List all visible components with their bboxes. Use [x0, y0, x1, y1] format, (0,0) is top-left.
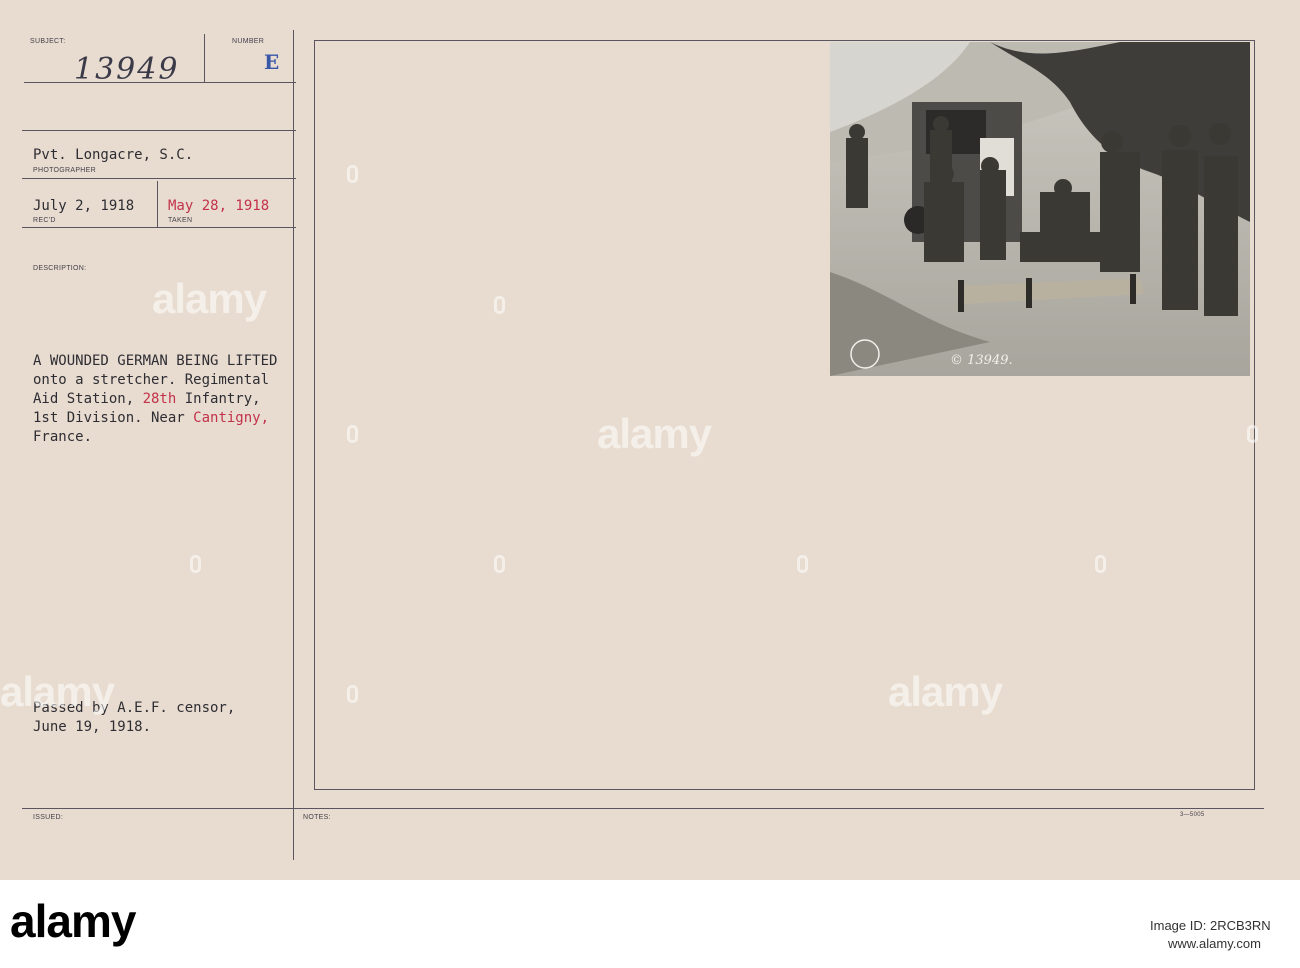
description-line-3: Aid Station, 28th Infantry,: [33, 390, 277, 409]
description-line-1: A WOUNDED GERMAN BEING LIFTED: [33, 353, 278, 369]
subject-label: SUBJECT:: [30, 38, 66, 45]
taken-date: May 28, 1918: [168, 198, 270, 214]
stock-footer: alamy Image ID: 2RCB3RN www.alamy.com: [0, 880, 1300, 968]
watermark-mark: [494, 296, 505, 314]
number-letter-stamp: E: [264, 50, 280, 74]
photographer-name: Pvt. Longacre, S.C.: [33, 147, 194, 163]
watermark-3: alamy: [0, 668, 115, 715]
description-line-3-start: Aid Station,: [33, 391, 143, 407]
photograph-illustration: © 13949.: [830, 42, 1250, 376]
watermark-mark: [1247, 425, 1258, 443]
wwi-photograph: © 13949.: [830, 42, 1250, 376]
description-line-3-red: 28th: [142, 391, 177, 407]
description-line-3-end: Infantry,: [176, 391, 261, 407]
frame-bottom: [314, 789, 1254, 790]
notes-label: NOTES:: [303, 814, 331, 821]
dates-rule: [22, 227, 296, 228]
left-column-divider: [293, 30, 294, 860]
description-line-2: onto a stretcher. Regimental: [33, 372, 270, 388]
censor-line-2: June 19, 1918.: [33, 719, 152, 735]
received-date: July 2, 1918: [33, 198, 135, 214]
photographer-label: PHOTOGRAPHER: [33, 167, 96, 174]
frame-left: [314, 40, 315, 790]
frame-right: [1254, 40, 1255, 790]
archive-card: SUBJECT: NUMBER PHOTOGRAPHER REC'D TAKEN…: [0, 0, 1300, 880]
watermark-mark: [797, 555, 808, 573]
watermark-mark: [347, 685, 358, 703]
issued-label: ISSUED:: [33, 814, 64, 821]
subject-block-rule: [22, 130, 296, 131]
form-code: 3—5005: [1180, 812, 1205, 818]
watermark-mark: [347, 425, 358, 443]
watermark-mark: [494, 555, 505, 573]
watermark-mark: [347, 165, 358, 183]
description-text: A WOUNDED GERMAN BEING LIFTED onto a str…: [33, 352, 277, 447]
description-line-4-start: 1st Division. Near: [33, 410, 194, 426]
alamy-logo: alamy: [10, 895, 136, 947]
subject-number-divider: [204, 34, 205, 82]
image-id: Image ID: 2RCB3RN: [1150, 918, 1271, 933]
issued-rule: [22, 808, 1264, 809]
description-line-4-red: Cantigny,: [193, 410, 270, 426]
subject-number: 13949: [74, 52, 180, 87]
taken-label: TAKEN: [168, 217, 193, 224]
photographer-rule: [22, 178, 296, 179]
watermark-mark: [1095, 555, 1106, 573]
description-label: DESCRIPTION:: [33, 265, 87, 272]
photo-caption: © 13949.: [950, 353, 1013, 368]
watermark-mark: [190, 555, 201, 573]
description-line-5: France.: [33, 429, 93, 445]
frame-top: [314, 40, 1254, 41]
watermark-1: alamy: [152, 275, 267, 322]
description-line-4: 1st Division. Near Cantigny,: [33, 409, 277, 428]
dates-divider: [157, 181, 158, 227]
received-label: REC'D: [33, 217, 56, 224]
number-label: NUMBER: [232, 38, 265, 45]
site-url: www.alamy.com: [1168, 936, 1261, 951]
watermark-2: alamy: [597, 410, 712, 457]
watermark-4: alamy: [888, 668, 1003, 715]
